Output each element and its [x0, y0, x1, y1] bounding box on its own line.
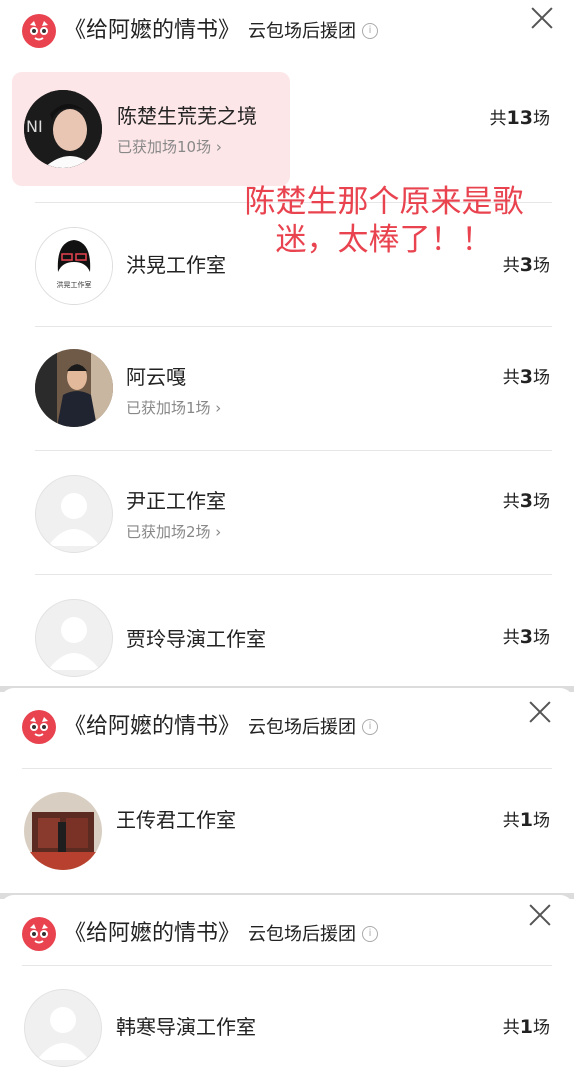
list-item[interactable]: 尹正工作室 已获加场2场 › 共3场: [0, 451, 574, 575]
info-icon[interactable]: i: [362, 23, 379, 39]
panel-header: 《给阿嬷的情书》 云包场后援团 i: [0, 903, 574, 959]
show-count: 共3场: [502, 366, 550, 388]
close-icon[interactable]: [528, 903, 552, 927]
show-count: 共3场: [502, 490, 550, 512]
support-panel-1: 《给阿嬷的情书》 云包场后援团 i NI 陈楚生荒芜之境 已获加场10场 › 共13…: [0, 0, 574, 690]
comment-line-1: 陈楚生那个原来是歌: [244, 184, 524, 220]
studio-logo-caption: 洪晃工作室: [56, 281, 92, 289]
extra-shows-link[interactable]: 已获加场10场 ›: [117, 136, 222, 157]
comment-line-2: 迷，太棒了！！: [275, 222, 493, 258]
show-count: 共1场: [502, 809, 550, 831]
portrait-image: [35, 349, 113, 427]
svg-text:NI: NI: [26, 117, 43, 136]
list-item[interactable]: NI 陈楚生荒芜之境 已获加场10场 › 共13场: [0, 72, 574, 196]
divider: [22, 768, 552, 769]
movie-title: 《给阿嬷的情书》: [64, 18, 241, 43]
maoyan-cat-logo-icon: [22, 710, 56, 744]
panel-title: 《给阿嬷的情书》 云包场后援团 i: [64, 710, 379, 745]
list-item[interactable]: 王传君工作室 共1场: [0, 770, 574, 894]
supporter-name: 阿云嘎: [126, 365, 186, 389]
avatar: 洪晃工作室: [35, 227, 113, 305]
default-avatar-icon: [35, 599, 113, 677]
studio-logo-image: [36, 228, 112, 304]
info-icon[interactable]: i: [362, 719, 379, 735]
support-panel-3: 《给阿嬷的情书》 云包场后援团 i 韩寒导演工作室 共1场: [0, 895, 574, 1080]
close-icon[interactable]: [530, 6, 554, 30]
avatar: NI: [24, 90, 102, 168]
panel-header: 《给阿嬷的情书》 云包场后援团 i: [0, 696, 574, 752]
supporter-name: 尹正工作室: [126, 489, 226, 513]
panel-title: 《给阿嬷的情书》 云包场后援团 i: [64, 917, 379, 952]
person-silhouette-icon: [37, 1007, 89, 1060]
supporter-name: 贾玲导演工作室: [126, 627, 266, 651]
info-icon[interactable]: i: [362, 926, 379, 942]
supporter-name: 陈楚生荒芜之境: [117, 104, 257, 128]
avatar: [24, 792, 102, 870]
panel-subtitle: 云包场后援团: [248, 924, 357, 945]
extra-shows-link[interactable]: 已获加场1场 ›: [126, 397, 221, 418]
overlay-comment: 陈楚生那个原来是歌 迷，太棒了！！: [214, 183, 554, 259]
person-silhouette-icon: [48, 617, 100, 670]
movie-title: 《给阿嬷的情书》: [64, 921, 241, 946]
show-count: 共3场: [502, 626, 550, 648]
panel-subtitle: 云包场后援团: [248, 21, 357, 42]
stage-photo-image: [24, 792, 102, 870]
supporter-name: 韩寒导演工作室: [116, 1015, 256, 1039]
maoyan-cat-logo-icon: [22, 917, 56, 951]
movie-title: 《给阿嬷的情书》: [64, 714, 241, 739]
show-count: 共1场: [502, 1016, 550, 1038]
default-avatar-icon: [35, 475, 113, 553]
support-panel-2: 《给阿嬷的情书》 云包场后援团 i 王传君工作室 共1场: [0, 688, 574, 898]
list-item[interactable]: 韩寒导演工作室 共1场: [0, 967, 574, 1080]
panel-header: 《给阿嬷的情书》 云包场后援团 i: [0, 0, 574, 56]
panel-title: 《给阿嬷的情书》 云包场后援团 i: [64, 14, 379, 49]
default-avatar-icon: [24, 989, 102, 1067]
person-silhouette-icon: [48, 493, 100, 546]
divider: [22, 965, 552, 966]
list-item[interactable]: 贾玲导演工作室 共3场: [0, 575, 574, 690]
list-item[interactable]: 阿云嘎 已获加场1场 › 共3场: [0, 327, 574, 451]
portrait-image: NI: [24, 90, 102, 168]
maoyan-cat-logo-icon: [22, 14, 56, 48]
close-icon[interactable]: [528, 700, 552, 724]
extra-shows-link[interactable]: 已获加场2场 ›: [126, 521, 221, 542]
avatar: [35, 349, 113, 427]
supporter-name: 王传君工作室: [116, 808, 236, 832]
panel-subtitle: 云包场后援团: [248, 717, 357, 738]
show-count: 共13场: [489, 107, 550, 129]
supporter-name: 洪晃工作室: [126, 253, 226, 277]
